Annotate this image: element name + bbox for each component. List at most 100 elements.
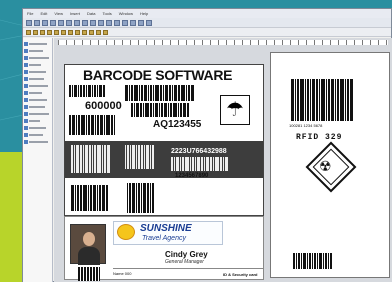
cut-icon[interactable] — [58, 19, 64, 26]
label-code-right[interactable]: AQ123455 — [153, 119, 201, 130]
folder-icon — [24, 139, 28, 144]
sidebar-item[interactable] — [24, 96, 51, 103]
paste-icon[interactable] — [74, 19, 80, 26]
barcode-mid-right[interactable] — [131, 103, 215, 117]
menu-tools[interactable]: Tools — [102, 11, 111, 16]
barcode-band-right[interactable] — [171, 157, 259, 171]
company-subtitle[interactable]: Travel Agency — [142, 235, 186, 242]
barcode-top-right[interactable] — [125, 85, 215, 101]
menu-edit[interactable]: Edit — [40, 11, 47, 16]
align-right-icon[interactable] — [40, 29, 45, 35]
bottom-number[interactable]: 1234567890 — [175, 173, 208, 179]
new-icon[interactable] — [26, 19, 32, 26]
sun-icon — [117, 224, 135, 240]
main-toolbar — [23, 18, 391, 28]
group-icon[interactable] — [68, 29, 73, 35]
image-tool-icon[interactable] — [130, 19, 136, 26]
folder-icon — [24, 97, 28, 102]
underline-icon[interactable] — [61, 29, 66, 35]
redo-icon[interactable] — [90, 19, 96, 26]
barcode-bottom-mid[interactable] — [127, 183, 163, 213]
menu-view[interactable]: View — [54, 11, 63, 16]
menu-insert[interactable]: Insert — [70, 11, 80, 16]
card-footer-left[interactable]: Name 000 — [113, 271, 131, 276]
align-left-icon[interactable] — [26, 29, 31, 35]
corrosive-hazard-icon: ☢ — [319, 158, 332, 174]
sidebar-item[interactable] — [24, 124, 51, 131]
folder-icon — [24, 41, 28, 46]
print-icon[interactable] — [50, 19, 56, 26]
barcode-tool-icon[interactable] — [122, 19, 128, 26]
sidebar-item[interactable] — [24, 68, 51, 75]
folder-icon — [24, 83, 28, 88]
sidebar-item[interactable] — [24, 138, 51, 145]
save-icon[interactable] — [42, 19, 48, 26]
sidebar-item[interactable] — [24, 117, 51, 124]
sidebar-item[interactable] — [24, 131, 51, 138]
barcode-band-left[interactable] — [71, 145, 121, 173]
barcode-label[interactable]: BARCODE SOFTWARE 600000 AQ123455 ☂ 2223U… — [64, 64, 264, 216]
card-divider — [113, 268, 263, 269]
label-number-left[interactable]: 600000 — [85, 100, 122, 112]
barcode-bottom-left[interactable] — [71, 185, 121, 211]
folder-icon — [24, 76, 28, 81]
rfid-label[interactable]: 100281 1234 5678 RFID 329 ☢ — [270, 52, 390, 278]
align-center-icon[interactable] — [33, 29, 38, 35]
menu-help[interactable]: Help — [140, 11, 148, 16]
menu-data[interactable]: Data — [87, 11, 95, 16]
properties-sidebar — [23, 38, 53, 282]
umbrella-icon[interactable]: ☂ — [220, 95, 250, 125]
sidebar-item[interactable] — [24, 89, 51, 96]
folder-icon — [24, 69, 28, 74]
shape-tool-icon[interactable] — [138, 19, 144, 26]
id-card[interactable]: SUNSHINE Travel Agency Cindy Grey Genera… — [64, 216, 264, 281]
sidebar-item[interactable] — [24, 75, 51, 82]
bring-front-icon[interactable] — [82, 29, 87, 35]
sidebar-item[interactable] — [24, 82, 51, 89]
barcode-top-left[interactable] — [69, 85, 113, 97]
zoom-in-icon[interactable] — [98, 19, 104, 26]
zoom-out-icon[interactable] — [106, 19, 112, 26]
sidebar-item[interactable] — [24, 61, 51, 68]
person-photo[interactable] — [70, 224, 106, 265]
qr-code[interactable] — [78, 267, 100, 281]
ungroup-icon[interactable] — [75, 29, 80, 35]
folder-icon — [24, 90, 28, 95]
rfid-text[interactable]: RFID 329 — [296, 133, 342, 142]
menu-window[interactable]: Window — [119, 11, 133, 16]
sidebar-item[interactable] — [24, 110, 51, 117]
folder-icon — [24, 104, 28, 109]
text-tool-icon[interactable] — [114, 19, 120, 26]
sidebar-item[interactable] — [24, 54, 51, 61]
sidebar-item[interactable] — [24, 40, 51, 47]
menu-file[interactable]: File — [27, 11, 33, 16]
card-person-name[interactable]: Cindy Grey — [165, 250, 208, 259]
send-back-icon[interactable] — [89, 29, 94, 35]
folder-icon — [24, 111, 28, 116]
design-canvas[interactable]: BARCODE SOFTWARE 600000 AQ123455 ☂ 2223U… — [54, 38, 392, 282]
barcode-band-mid[interactable] — [125, 145, 165, 169]
folder-icon — [24, 118, 28, 123]
open-icon[interactable] — [34, 19, 40, 26]
barcode-rfid-bottom[interactable] — [293, 253, 363, 269]
copy-icon[interactable] — [66, 19, 72, 26]
undo-icon[interactable] — [82, 19, 88, 26]
barcode-rfid-top[interactable] — [291, 79, 371, 121]
card-footer[interactable]: ID & Security card — [223, 272, 257, 277]
band-code[interactable]: 2223U766432988 — [171, 148, 227, 155]
folder-icon — [24, 132, 28, 137]
sidebar-item[interactable] — [24, 103, 51, 110]
card-person-role[interactable]: General Manager — [165, 259, 204, 265]
line-tool-icon[interactable] — [146, 19, 152, 26]
label-title[interactable]: BARCODE SOFTWARE — [83, 67, 233, 83]
sidebar-item[interactable] — [24, 47, 51, 54]
bold-icon[interactable] — [47, 29, 52, 35]
barcode-mid-left[interactable] — [69, 115, 125, 135]
format-toolbar — [23, 28, 391, 37]
italic-icon[interactable] — [54, 29, 59, 35]
company-name[interactable]: SUNSHINE — [140, 223, 192, 234]
rfid-digits[interactable]: 100281 1234 5678 — [289, 123, 322, 128]
folder-icon — [24, 48, 28, 53]
grid-icon[interactable] — [103, 29, 108, 35]
lock-icon[interactable] — [96, 29, 101, 35]
